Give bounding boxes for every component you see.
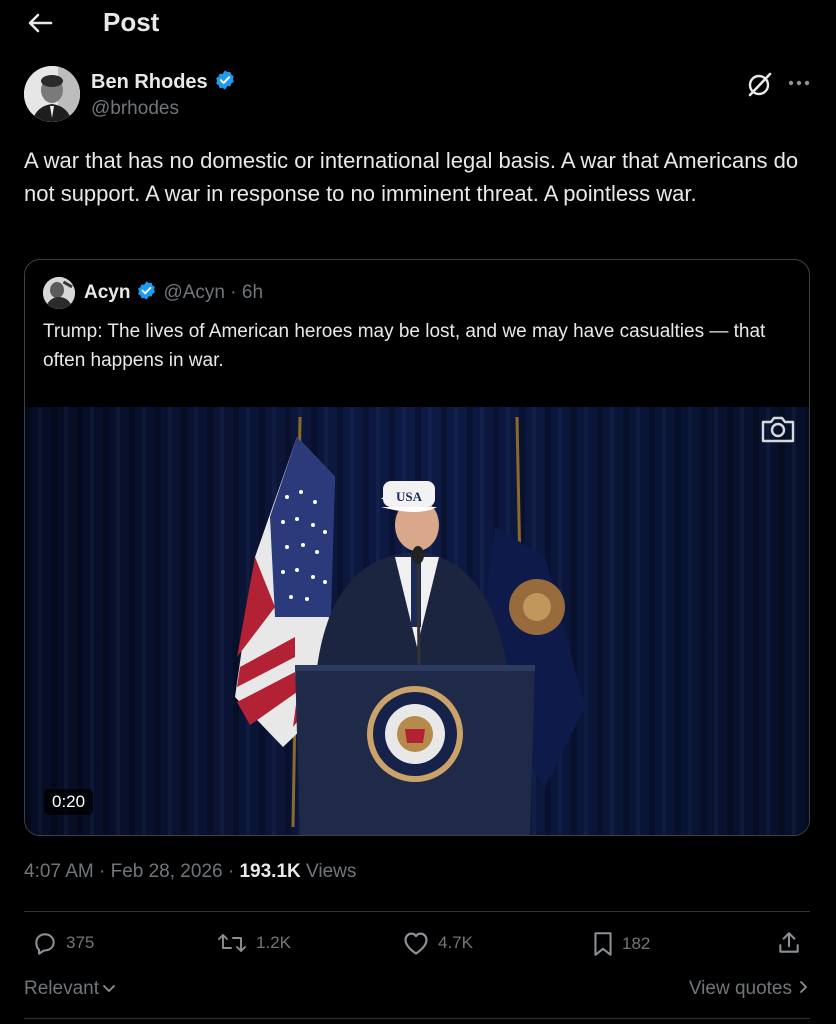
heart-icon xyxy=(402,930,430,956)
repost-button[interactable]: 1.2K xyxy=(216,930,291,956)
action-bar: 375 1.2K 4.7K 182 xyxy=(24,930,810,962)
quote-author-handle[interactable]: @Acyn xyxy=(163,282,225,303)
grok-icon[interactable] xyxy=(746,70,774,98)
author-name[interactable]: Ben Rhodes xyxy=(91,71,208,94)
verified-badge-icon xyxy=(136,280,157,306)
views-count: 193.1K xyxy=(239,861,301,882)
video-player[interactable]: USA 0:20 xyxy=(25,407,809,835)
post-time: 4:07 AM · Feb 28, 2026 · xyxy=(24,861,240,882)
camera-icon[interactable] xyxy=(759,413,797,445)
bookmark-button[interactable]: 182 xyxy=(592,930,650,958)
divider xyxy=(24,1018,810,1019)
top-bar: Post xyxy=(0,0,836,48)
verified-badge-icon xyxy=(214,69,236,96)
more-options-icon[interactable] xyxy=(786,70,812,96)
reply-sort-dropdown[interactable]: Relevant xyxy=(24,978,116,1000)
reply-sort-label: Relevant xyxy=(24,978,99,999)
avatar[interactable] xyxy=(24,66,80,122)
post-timestamp: 4:07 AM · Feb 28, 2026 · 193.1K Views xyxy=(24,861,356,883)
view-quotes-link[interactable]: View quotes xyxy=(689,978,808,1000)
page-title: Post xyxy=(103,7,160,37)
quote-avatar[interactable] xyxy=(43,277,75,309)
back-arrow-icon[interactable] xyxy=(24,8,56,38)
bookmark-icon xyxy=(592,930,614,958)
post-text: A war that has no domestic or internatio… xyxy=(24,148,799,206)
view-quotes-label: View quotes xyxy=(688,978,792,999)
repost-icon xyxy=(216,930,248,956)
quote-author-name[interactable]: Acyn xyxy=(84,282,130,304)
reply-icon xyxy=(32,930,58,956)
chevron-right-icon xyxy=(798,978,808,1000)
repost-count: 1.2K xyxy=(256,933,291,952)
reply-button[interactable]: 375 xyxy=(32,930,94,956)
share-icon xyxy=(776,930,802,956)
like-button[interactable]: 4.7K xyxy=(402,930,473,956)
post-author: Ben Rhodes @brhodes xyxy=(24,66,814,122)
svg-text:USA: USA xyxy=(396,489,423,504)
reply-count: 375 xyxy=(66,933,95,952)
divider xyxy=(24,911,810,912)
video-duration: 0:20 xyxy=(44,789,94,815)
quoted-post[interactable]: Acyn @Acyn · 6h Trump: The lives of Amer… xyxy=(24,259,810,836)
quote-text: Trump: The lives of American heroes may … xyxy=(43,321,766,371)
like-count: 4.7K xyxy=(438,933,473,952)
bookmark-count: 182 xyxy=(622,934,651,953)
views-label: Views xyxy=(300,861,357,882)
video-frame: USA xyxy=(25,407,809,835)
share-button[interactable] xyxy=(776,930,802,956)
quote-age: · 6h xyxy=(225,282,264,303)
author-handle[interactable]: @brhodes xyxy=(91,98,179,120)
chevron-down-icon xyxy=(102,978,116,1000)
